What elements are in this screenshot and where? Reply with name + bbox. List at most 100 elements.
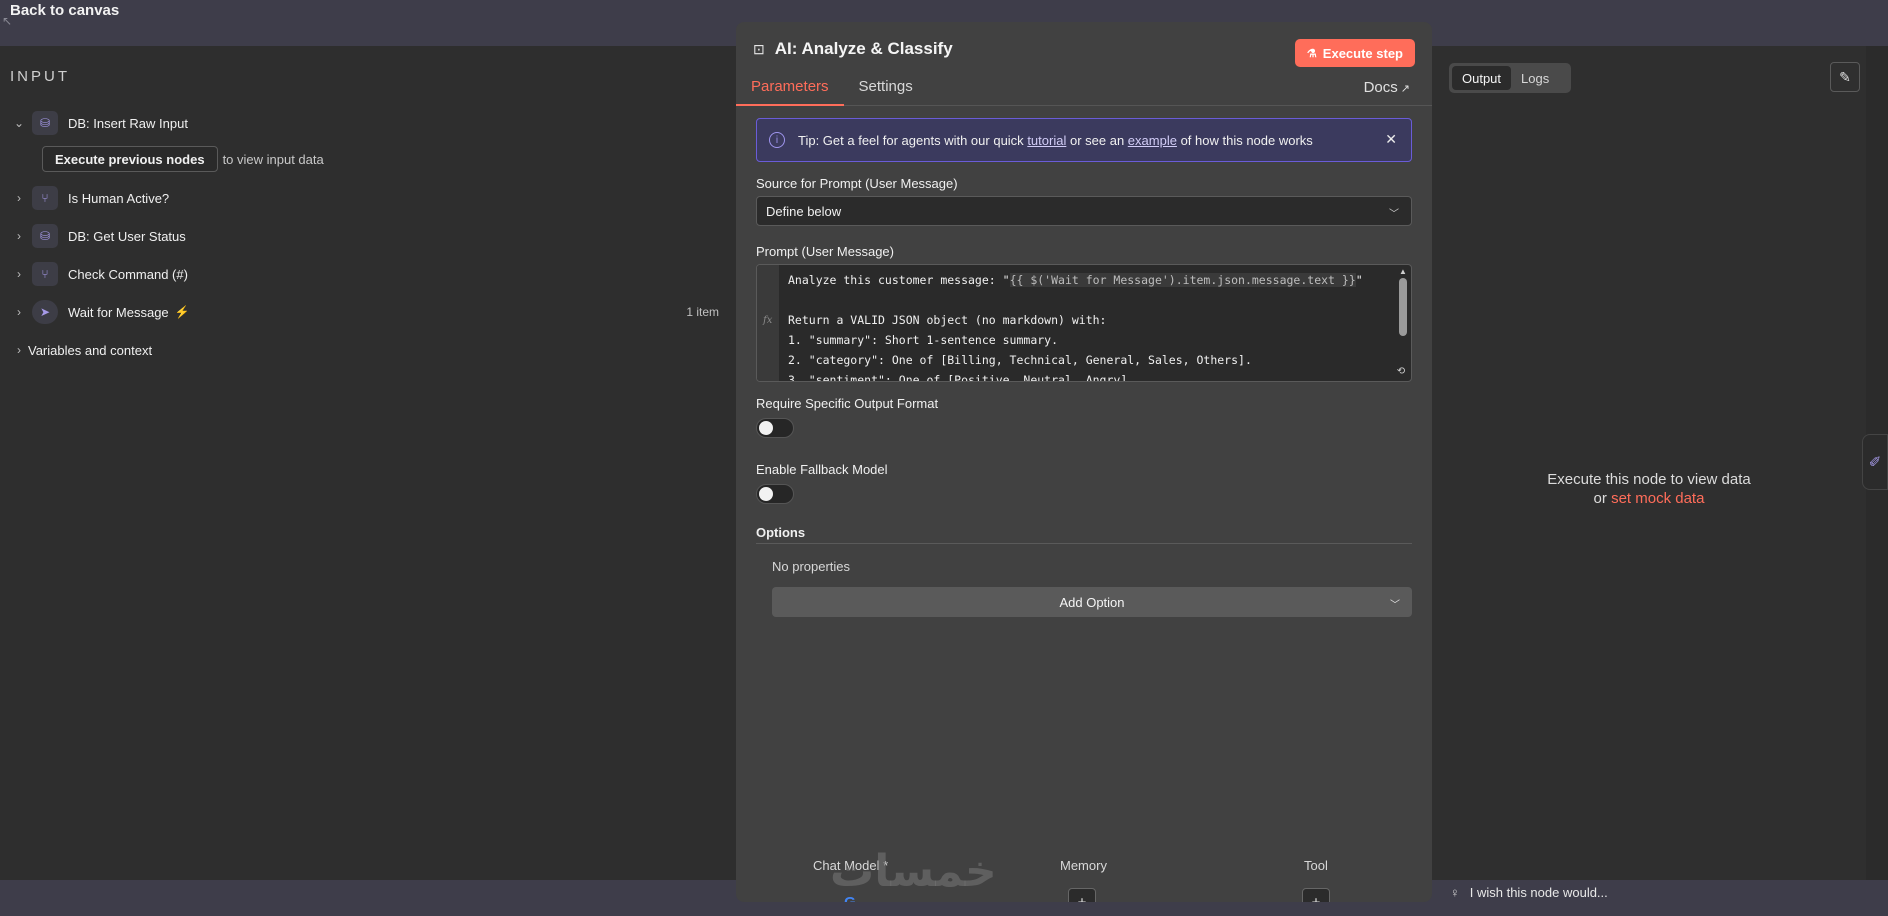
lightbulb-icon: ♀: [1450, 885, 1460, 900]
add-memory-button[interactable]: +: [1068, 888, 1096, 902]
tip-middle: or see an: [1069, 132, 1125, 148]
if-branch-icon: ⑂: [32, 262, 58, 286]
input-node-db-insert-raw-input[interactable]: ⌄ ⛁ DB: Insert Raw Input: [0, 108, 736, 138]
prompt-line: Analyze this customer message: "{{ $('Wa…: [788, 270, 1388, 290]
variables-and-context[interactable]: › Variables and context: [0, 335, 736, 365]
scroll-thumb[interactable]: [1399, 278, 1407, 336]
docs-label: Docs: [1363, 79, 1398, 96]
chevron-right-icon[interactable]: ›: [10, 305, 28, 319]
execute-step-button[interactable]: ⚗ Execute step: [1294, 39, 1415, 67]
modal-header: ⊡ AI: Analyze & Classify ⚗ Execute step …: [736, 22, 1432, 106]
chevron-down-icon: ﹀: [1390, 600, 1400, 611]
tip-suffix: of how this node works: [1180, 132, 1313, 148]
add-option-button[interactable]: Add Option ﹀: [772, 587, 1412, 617]
execute-step-label: Execute step: [1322, 45, 1403, 61]
feedback-wish[interactable]: ♀ I wish this node would...: [1450, 885, 1608, 900]
node-settings-modal: ⊡ AI: Analyze & Classify ⚗ Execute step …: [736, 22, 1432, 902]
input-node-db-get-user-status[interactable]: › ⛁ DB: Get User Status: [0, 221, 736, 251]
execute-previous-hint: to view input data: [222, 151, 324, 167]
ask-assistant-tab[interactable]: ✐: [1862, 434, 1888, 490]
item-count: 1 item: [686, 305, 719, 319]
fx-icon: fx: [763, 315, 773, 326]
prompt-label: Prompt (User Message): [756, 244, 894, 259]
editor-scrollbar[interactable]: ▲: [1397, 267, 1409, 357]
chevron-down-icon: ﹀: [1389, 209, 1399, 220]
prompt-line: 3. "sentiment": One of [Positive, Neutra…: [788, 373, 1128, 382]
tool-label: Tool: [1304, 858, 1328, 873]
tab-logs[interactable]: Logs: [1511, 66, 1559, 90]
fallback-model-toggle[interactable]: [756, 484, 794, 504]
execute-previous-nodes-button[interactable]: Execute previous nodes: [42, 146, 218, 172]
close-icon[interactable]: ✕: [1385, 131, 1397, 148]
tab-output[interactable]: Output: [1452, 66, 1512, 90]
input-panel-title: INPUT: [10, 68, 70, 85]
prompt-line-end: ": [1355, 273, 1363, 287]
back-to-canvas-link[interactable]: Back to canvas: [10, 2, 119, 19]
input-node-wait-for-message[interactable]: › ➤ Wait for Message ⚡ 1 item: [0, 297, 736, 327]
require-format-toggle[interactable]: [756, 418, 794, 438]
prompt-line: Return a VALID JSON object (no markdown)…: [788, 313, 1107, 327]
input-panel: INPUT ⌄ ⛁ DB: Insert Raw Input Execute p…: [0, 46, 736, 880]
execute-previous-row: Execute previous nodes to view input dat…: [42, 146, 324, 172]
add-tool-button[interactable]: +: [1302, 888, 1330, 902]
tutorial-link[interactable]: tutorial: [1027, 133, 1066, 148]
external-link-icon: ↗: [1400, 83, 1410, 95]
output-hint: Execute this node to view data: [1547, 471, 1751, 488]
chevron-right-icon[interactable]: ›: [10, 267, 28, 281]
source-value: Define below: [766, 203, 842, 219]
prompt-editor[interactable]: fx Analyze this customer message: "{{ $(…: [756, 264, 1412, 382]
sparkle-pen-icon: ✐: [1868, 454, 1882, 471]
scroll-up-icon[interactable]: ▲: [1397, 267, 1409, 276]
trigger-bolt-icon: ⚡: [174, 305, 190, 319]
prompt-line: 1. "summary": Short 1-sentence summary.: [788, 333, 1059, 347]
node-label: DB: Insert Raw Input: [68, 115, 188, 131]
output-empty-message: Execute this node to view data or set mo…: [1432, 470, 1866, 508]
tip-callout: i Tip: Get a feel for agents with our qu…: [756, 118, 1412, 162]
info-icon: i: [769, 132, 785, 148]
node-label: Wait for Message: [68, 304, 169, 320]
tab-settings[interactable]: Settings: [844, 78, 928, 106]
docs-link[interactable]: Docs ↗: [1364, 79, 1410, 96]
set-mock-data-link[interactable]: set mock data: [1611, 490, 1704, 507]
source-for-prompt-select[interactable]: Define below ﹀: [756, 196, 1412, 226]
database-icon: ⛁: [32, 111, 58, 135]
plus-icon: +: [1311, 893, 1321, 903]
chevron-right-icon[interactable]: ›: [10, 229, 28, 243]
input-node-check-command[interactable]: › ⑂ Check Command (#): [0, 259, 736, 289]
robot-icon: ⊡: [753, 40, 765, 57]
resize-icon[interactable]: ⟲: [1393, 363, 1409, 379]
prompt-expression: {{ $('Wait for Message').item.json.messa…: [1009, 273, 1356, 287]
toggle-knob: [759, 487, 773, 501]
memory-label: Memory: [1060, 858, 1107, 873]
edit-output-button[interactable]: ✎: [1830, 62, 1860, 92]
prompt-line-text: Analyze this customer message: ": [788, 273, 1010, 287]
pencil-icon: ✎: [1839, 68, 1851, 85]
tab-parameters[interactable]: Parameters: [736, 78, 844, 106]
prompt-lines: Analyze this customer message: "{{ $('Wa…: [788, 270, 1388, 382]
prompt-line: [788, 290, 1388, 310]
node-label: Is Human Active?: [68, 190, 170, 206]
database-icon: ⛁: [32, 224, 58, 248]
node-label: Check Command (#): [68, 266, 188, 282]
watermark-logo: خمسات: [830, 846, 997, 897]
node-title-row: ⊡ AI: Analyze & Classify: [753, 39, 953, 59]
no-properties-text: No properties: [772, 559, 851, 574]
source-for-prompt-label: Source for Prompt (User Message): [756, 176, 958, 191]
node-label: DB: Get User Status: [68, 228, 186, 244]
variables-label: Variables and context: [28, 342, 153, 358]
prompt-line: 2. "category": One of [Billing, Technica…: [788, 353, 1252, 367]
require-format-label: Require Specific Output Format: [756, 396, 939, 411]
telegram-icon: ➤: [32, 300, 58, 324]
example-link[interactable]: example: [1128, 133, 1177, 148]
output-or: or: [1593, 490, 1607, 507]
chevron-down-icon[interactable]: ⌄: [10, 116, 28, 130]
flask-icon: ⚗: [1306, 47, 1317, 60]
chevron-right-icon[interactable]: ›: [10, 343, 28, 357]
fallback-model-label: Enable Fallback Model: [756, 462, 888, 477]
if-branch-icon: ⑂: [32, 186, 58, 210]
input-node-is-human-active[interactable]: › ⑂ Is Human Active?: [0, 183, 736, 213]
tip-text: Tip: Get a feel for agents with our quic…: [798, 133, 1313, 148]
node-title[interactable]: AI: Analyze & Classify: [775, 39, 953, 59]
chevron-right-icon[interactable]: ›: [10, 191, 28, 205]
modal-tabs: Parameters Settings: [736, 78, 928, 106]
